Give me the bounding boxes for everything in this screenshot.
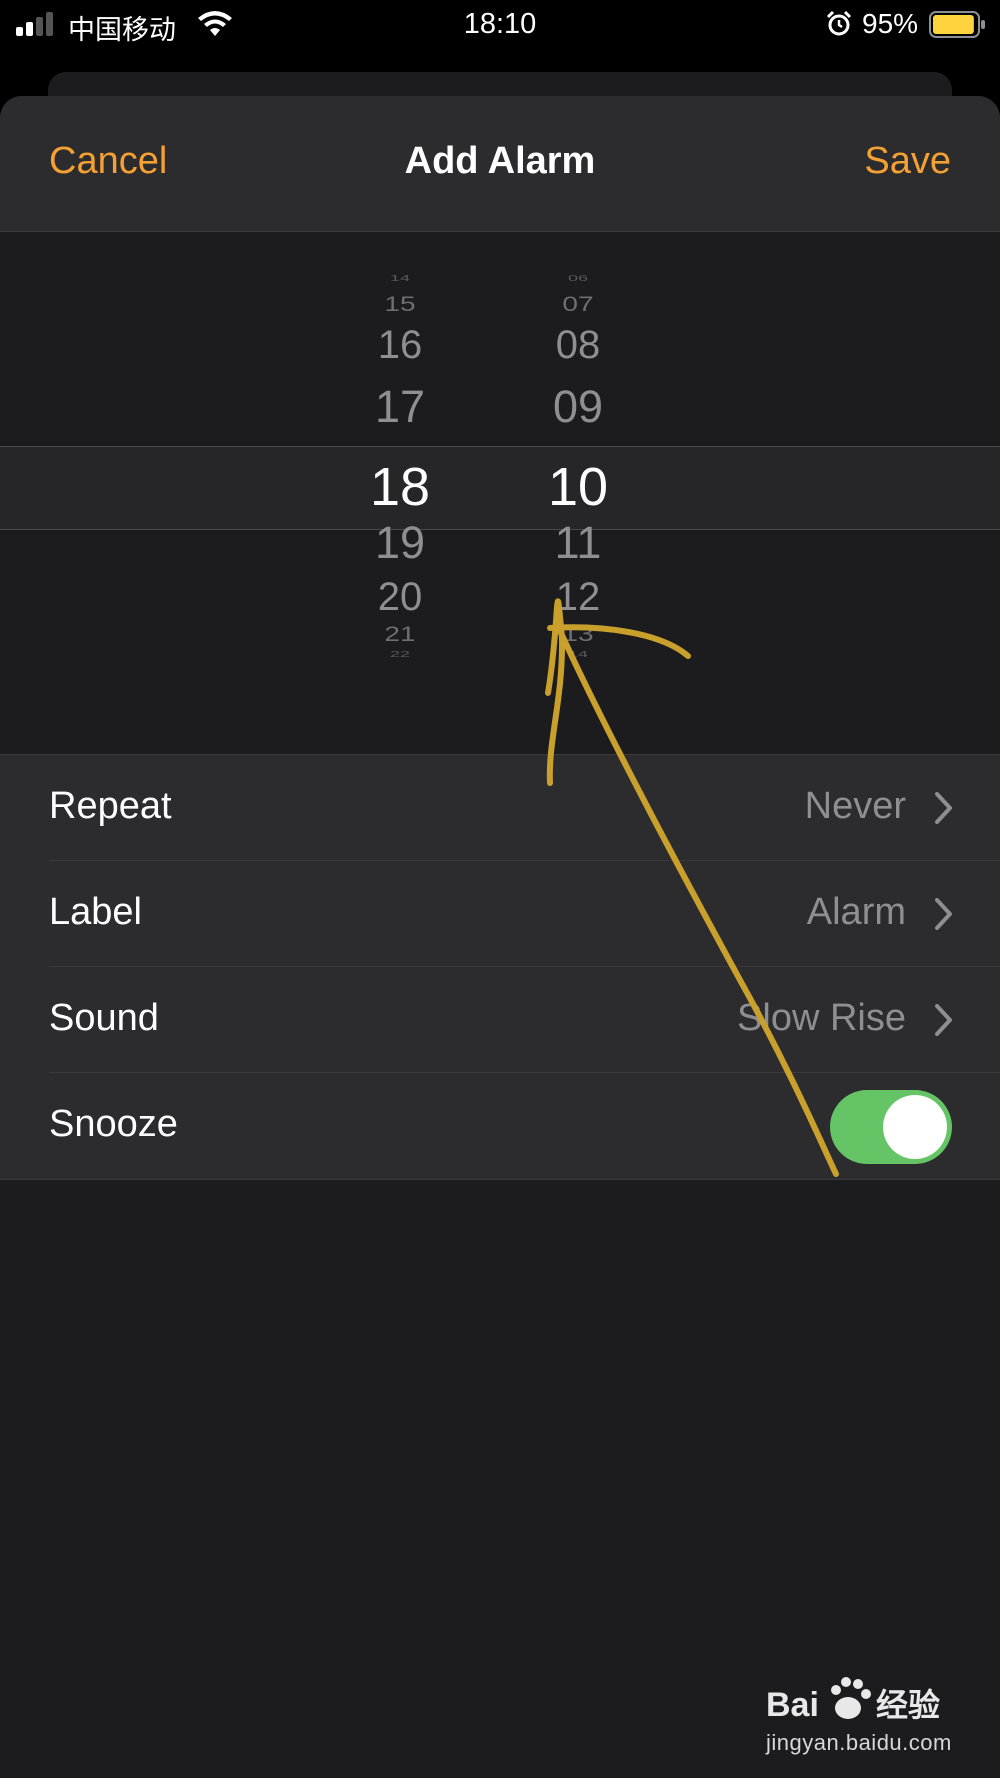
minute-option[interactable]: 14 xyxy=(508,650,648,659)
hour-option[interactable]: 16 xyxy=(330,323,470,368)
minute-option[interactable]: 13 xyxy=(508,622,648,646)
time-picker[interactable]: 14 15 16 17 18 19 20 21 22 06 07 08 09 1… xyxy=(0,232,1000,752)
sound-label: Sound xyxy=(49,997,159,1039)
alarm-icon xyxy=(826,11,852,36)
chevron-right-icon xyxy=(935,1004,952,1036)
watermark-url: jingyan.baidu.com xyxy=(766,1730,952,1755)
chevron-right-icon xyxy=(935,898,952,930)
hour-wheel[interactable]: 14 15 16 17 18 19 20 21 22 xyxy=(330,232,470,752)
baidu-logo: Bai 经验 xyxy=(766,1677,940,1724)
battery-percent: 95% xyxy=(862,8,919,39)
hour-option[interactable]: 15 xyxy=(330,292,470,316)
alarm-settings-list: Repeat Never Label Alarm Sound Slow Rise… xyxy=(0,754,1000,1180)
minute-option[interactable]: 09 xyxy=(508,381,648,433)
hour-option[interactable]: 19 xyxy=(330,517,470,569)
selected-minute[interactable]: 10 xyxy=(508,456,648,518)
snooze-toggle[interactable] xyxy=(830,1090,952,1164)
snooze-row: Snooze xyxy=(0,1073,1000,1179)
selected-hour[interactable]: 18 xyxy=(330,456,470,518)
sound-row[interactable]: Sound Slow Rise xyxy=(0,967,1000,1073)
minute-option[interactable]: 12 xyxy=(508,575,648,620)
minute-option[interactable]: 07 xyxy=(508,292,648,316)
hour-option[interactable]: 21 xyxy=(330,622,470,646)
hour-option[interactable]: 14 xyxy=(330,274,470,283)
snooze-label: Snooze xyxy=(49,1103,178,1145)
minute-option[interactable]: 08 xyxy=(508,323,648,368)
status-bar: 中国移动 18:10 95% xyxy=(0,0,1000,50)
repeat-value: Never xyxy=(804,785,906,827)
page-title: Add Alarm xyxy=(404,140,596,182)
label-label: Label xyxy=(49,891,142,933)
svg-text:经验: 经验 xyxy=(876,1686,940,1724)
repeat-label: Repeat xyxy=(49,785,172,827)
label-row[interactable]: Label Alarm xyxy=(0,861,1000,967)
minute-option[interactable]: 06 xyxy=(508,274,648,283)
label-value: Alarm xyxy=(806,891,906,933)
hour-option[interactable]: 22 xyxy=(330,650,470,659)
baidu-jingyan-watermark: Bai 经验 jingyan.baidu.com xyxy=(766,1672,956,1758)
navigation-bar: Cancel Add Alarm Save xyxy=(0,96,1000,232)
battery-icon xyxy=(929,11,985,38)
svg-text:Bai: Bai xyxy=(766,1686,819,1724)
sound-value: Slow Rise xyxy=(737,997,906,1039)
hour-option[interactable]: 20 xyxy=(330,575,470,620)
minute-wheel[interactable]: 06 07 08 09 10 11 12 13 14 xyxy=(508,232,648,752)
minute-option[interactable]: 11 xyxy=(508,517,648,569)
picker-selection-band xyxy=(0,446,1000,530)
toggle-knob xyxy=(883,1095,947,1159)
chevron-right-icon xyxy=(935,792,952,824)
hour-option[interactable]: 17 xyxy=(330,381,470,433)
save-button[interactable]: Save xyxy=(864,140,951,183)
repeat-row[interactable]: Repeat Never xyxy=(0,755,1000,861)
add-alarm-sheet: Cancel Add Alarm Save 14 15 16 17 18 19 … xyxy=(0,96,1000,1778)
